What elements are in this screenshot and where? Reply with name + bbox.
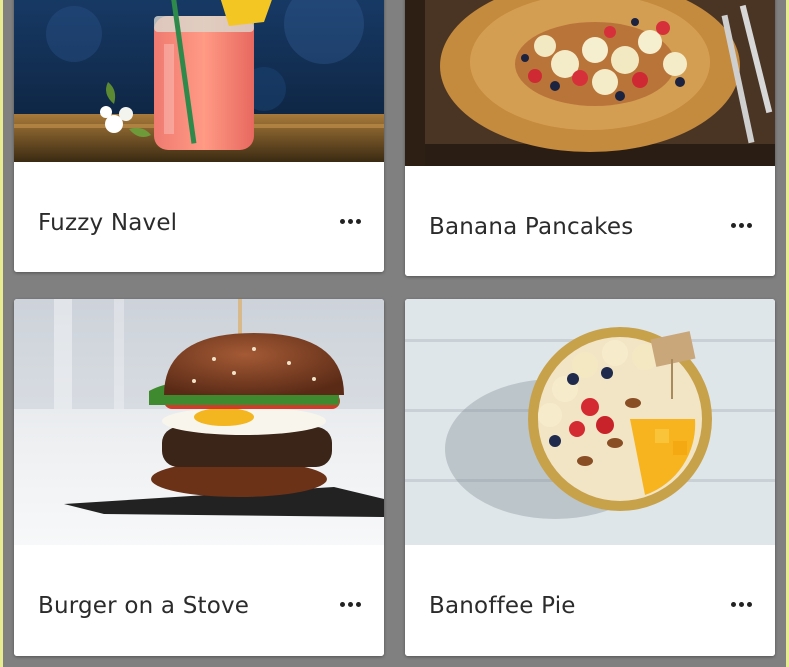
dot <box>355 218 361 224</box>
recipe-image-burger[interactable] <box>14 299 384 545</box>
recipe-card-footer: Burger on a Stove <box>14 545 384 656</box>
more-horizontal-icon[interactable] <box>338 592 362 616</box>
dot <box>738 222 744 228</box>
dot <box>347 601 353 607</box>
dot <box>730 601 736 607</box>
dot <box>339 601 345 607</box>
dot <box>738 601 744 607</box>
dot <box>746 601 752 607</box>
more-horizontal-icon[interactable] <box>729 592 753 616</box>
recipe-image-banana-pancakes[interactable] <box>405 0 775 166</box>
recipe-card-footer: Banana Pancakes <box>405 166 775 276</box>
dot <box>339 218 345 224</box>
more-horizontal-icon[interactable] <box>729 213 753 237</box>
recipe-card-fuzzy-navel[interactable]: Fuzzy Navel <box>14 0 384 272</box>
recipe-title[interactable]: Burger on a Stove <box>38 593 249 619</box>
recipe-card-banoffee-pie[interactable]: Banoffee Pie <box>405 299 775 656</box>
recipe-card-banana-pancakes[interactable]: Banana Pancakes <box>405 0 775 276</box>
recipe-card-footer: Banoffee Pie <box>405 545 775 656</box>
recipe-card-footer: Fuzzy Navel <box>14 162 384 272</box>
recipe-image-banoffee-pie[interactable] <box>405 299 775 545</box>
recipe-title[interactable]: Banoffee Pie <box>429 593 576 619</box>
more-horizontal-icon[interactable] <box>338 209 362 233</box>
recipe-card-grid: Fuzzy Navel Banana Pancakes Burger on a … <box>3 0 789 667</box>
recipe-title[interactable]: Fuzzy Navel <box>38 210 177 236</box>
dot <box>347 218 353 224</box>
dot <box>355 601 361 607</box>
recipe-card-burger-on-a-stove[interactable]: Burger on a Stove <box>14 299 384 656</box>
dot <box>746 222 752 228</box>
dot <box>730 222 736 228</box>
recipe-image-fuzzy-navel[interactable] <box>14 0 384 162</box>
recipe-title[interactable]: Banana Pancakes <box>429 214 633 240</box>
